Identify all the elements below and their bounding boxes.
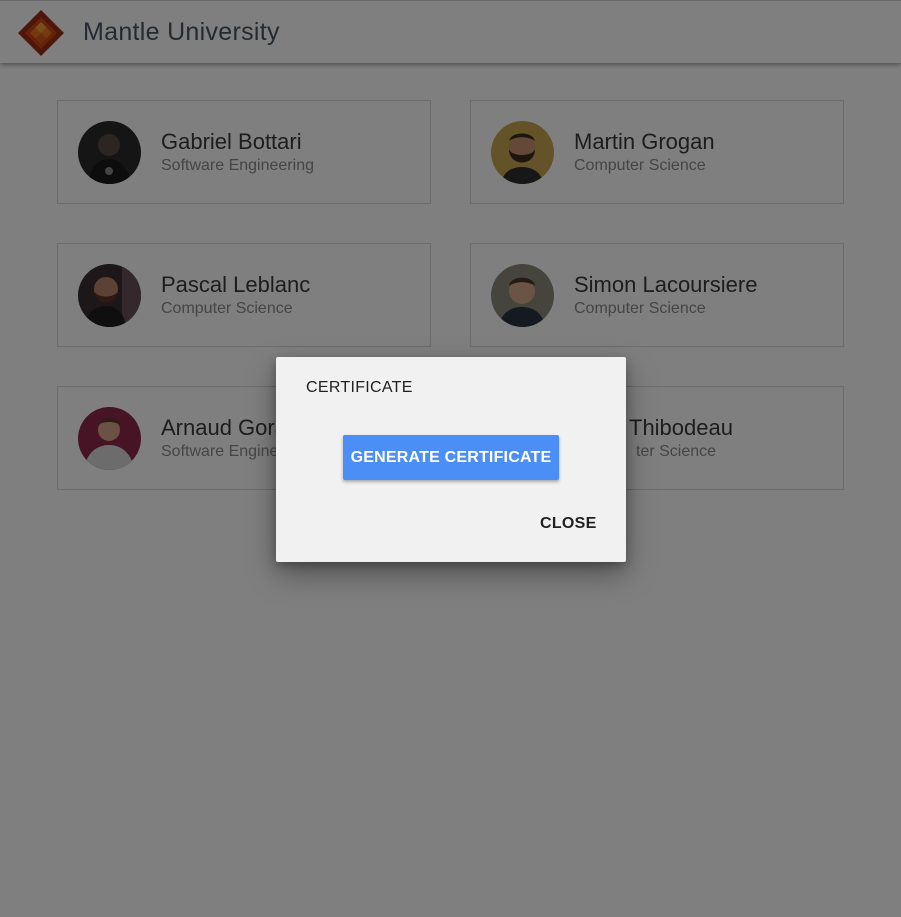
generate-certificate-button[interactable]: GENERATE CERTIFICATE <box>343 435 559 480</box>
certificate-dialog: CERTIFICATE GENERATE CERTIFICATE CLOSE <box>276 357 626 562</box>
close-button[interactable]: CLOSE <box>540 515 597 533</box>
dialog-title: CERTIFICATE <box>306 379 413 396</box>
